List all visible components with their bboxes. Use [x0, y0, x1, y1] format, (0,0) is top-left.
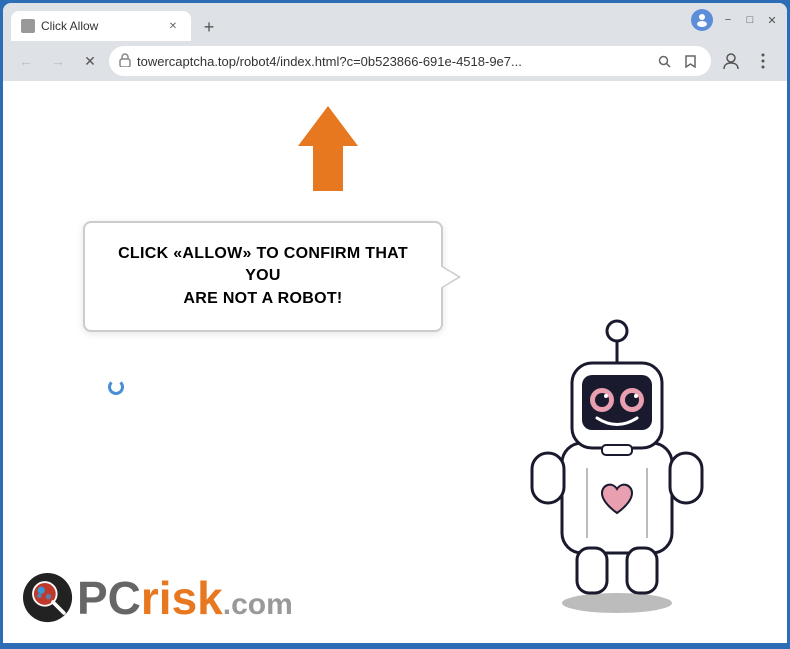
- forward-button[interactable]: →: [45, 48, 71, 74]
- new-tab-button[interactable]: +: [195, 13, 223, 41]
- arrow-indicator: [293, 101, 373, 191]
- pcrisk-icon: [23, 573, 73, 623]
- tab-close-button[interactable]: ✕: [165, 18, 181, 34]
- pc-text: PC: [77, 575, 141, 621]
- tab-bar: Click Allow ✕ +: [11, 3, 223, 41]
- window-controls: − □ ✕: [691, 9, 779, 35]
- reload-button[interactable]: ✕: [77, 48, 103, 74]
- back-button[interactable]: ←: [13, 48, 39, 74]
- tab-favicon: [21, 19, 35, 33]
- url-text: towercaptcha.top/robot4/index.html?c=0b5…: [137, 54, 647, 69]
- tab-title: Click Allow: [41, 19, 159, 33]
- browser-profile-icon[interactable]: [691, 9, 713, 31]
- url-bar[interactable]: towercaptcha.top/robot4/index.html?c=0b5…: [109, 46, 711, 76]
- more-options-button[interactable]: [749, 47, 777, 75]
- pcrisk-brand-text: PC risk .com: [77, 575, 293, 621]
- loading-spinner: [108, 379, 124, 395]
- speech-bubble: CLICK «ALLOW» TO CONFIRM THAT YOU ARE NO…: [83, 221, 443, 332]
- url-actions: [653, 50, 701, 72]
- user-profile-button[interactable]: [717, 47, 745, 75]
- maximize-button[interactable]: □: [743, 13, 757, 27]
- speech-bubble-container: CLICK «ALLOW» TO CONFIRM THAT YOU ARE NO…: [83, 221, 443, 332]
- title-bar: Click Allow ✕ + − □ ✕: [3, 3, 787, 41]
- com-text: .com: [223, 590, 293, 620]
- close-button[interactable]: ✕: [765, 13, 779, 27]
- pcrisk-logo: PC risk .com: [23, 573, 293, 623]
- minimize-button[interactable]: −: [721, 13, 735, 27]
- risk-text: risk: [141, 575, 223, 621]
- address-bar: ← → ✕ towercaptcha.top/robot4/index.html…: [3, 41, 787, 81]
- bookmark-button[interactable]: [679, 50, 701, 72]
- captcha-message: CLICK «ALLOW» TO CONFIRM THAT YOU ARE NO…: [115, 243, 411, 310]
- active-tab[interactable]: Click Allow ✕: [11, 11, 191, 41]
- toolbar-right: [717, 47, 777, 75]
- lock-icon: [119, 53, 131, 70]
- robot-illustration: [507, 293, 727, 613]
- search-url-button[interactable]: [653, 50, 675, 72]
- page-content: CLICK «ALLOW» TO CONFIRM THAT YOU ARE NO…: [3, 81, 787, 643]
- browser-window: Click Allow ✕ + − □ ✕ ← → ✕: [3, 3, 787, 643]
